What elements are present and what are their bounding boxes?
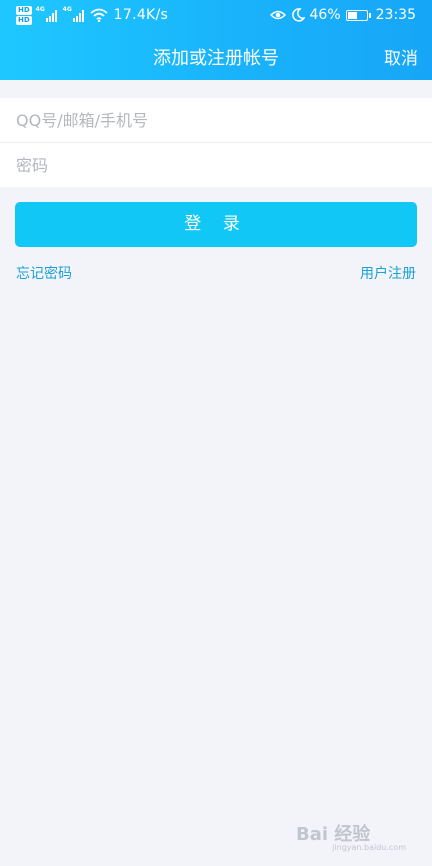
- signal-icon: 4G: [36, 6, 57, 22]
- account-input[interactable]: [16, 110, 396, 130]
- password-field-row: [0, 143, 432, 187]
- hd-badge: HD: [16, 5, 32, 15]
- moon-icon: [291, 8, 305, 22]
- status-bar: HD HD 4G 4G 17.4K/s 46% 23:35: [0, 0, 432, 30]
- status-right: 46% 23:35: [265, 3, 416, 27]
- wifi-icon: [90, 8, 108, 22]
- password-input[interactable]: [16, 155, 396, 175]
- hd-badges: HD HD: [16, 5, 32, 25]
- cancel-button[interactable]: 取消: [384, 44, 418, 69]
- watermark-logo: Bai 经验 jingyan.baidu.com: [296, 824, 406, 852]
- battery-percent: 46%: [309, 7, 341, 23]
- network-speed: 17.4K/s: [113, 7, 169, 23]
- hd-badge: HD: [16, 15, 32, 25]
- eye-comfort-icon: [269, 10, 286, 20]
- clock: 23:35: [375, 7, 416, 23]
- forgot-password-link[interactable]: 忘记密码: [16, 263, 72, 283]
- login-button[interactable]: 登 录: [15, 202, 417, 247]
- page-title: 添加或注册帐号: [153, 48, 279, 69]
- status-left: HD HD 4G 4G 17.4K/s: [16, 3, 168, 27]
- signal-icon: 4G: [63, 6, 84, 22]
- header-bar: HD HD 4G 4G 17.4K/s 46% 23:35 添加或注册帐号 取消: [0, 0, 432, 80]
- account-field-row: [0, 98, 432, 142]
- battery-icon: [345, 9, 371, 21]
- register-link[interactable]: 用户注册: [360, 263, 416, 283]
- login-form: [0, 98, 432, 187]
